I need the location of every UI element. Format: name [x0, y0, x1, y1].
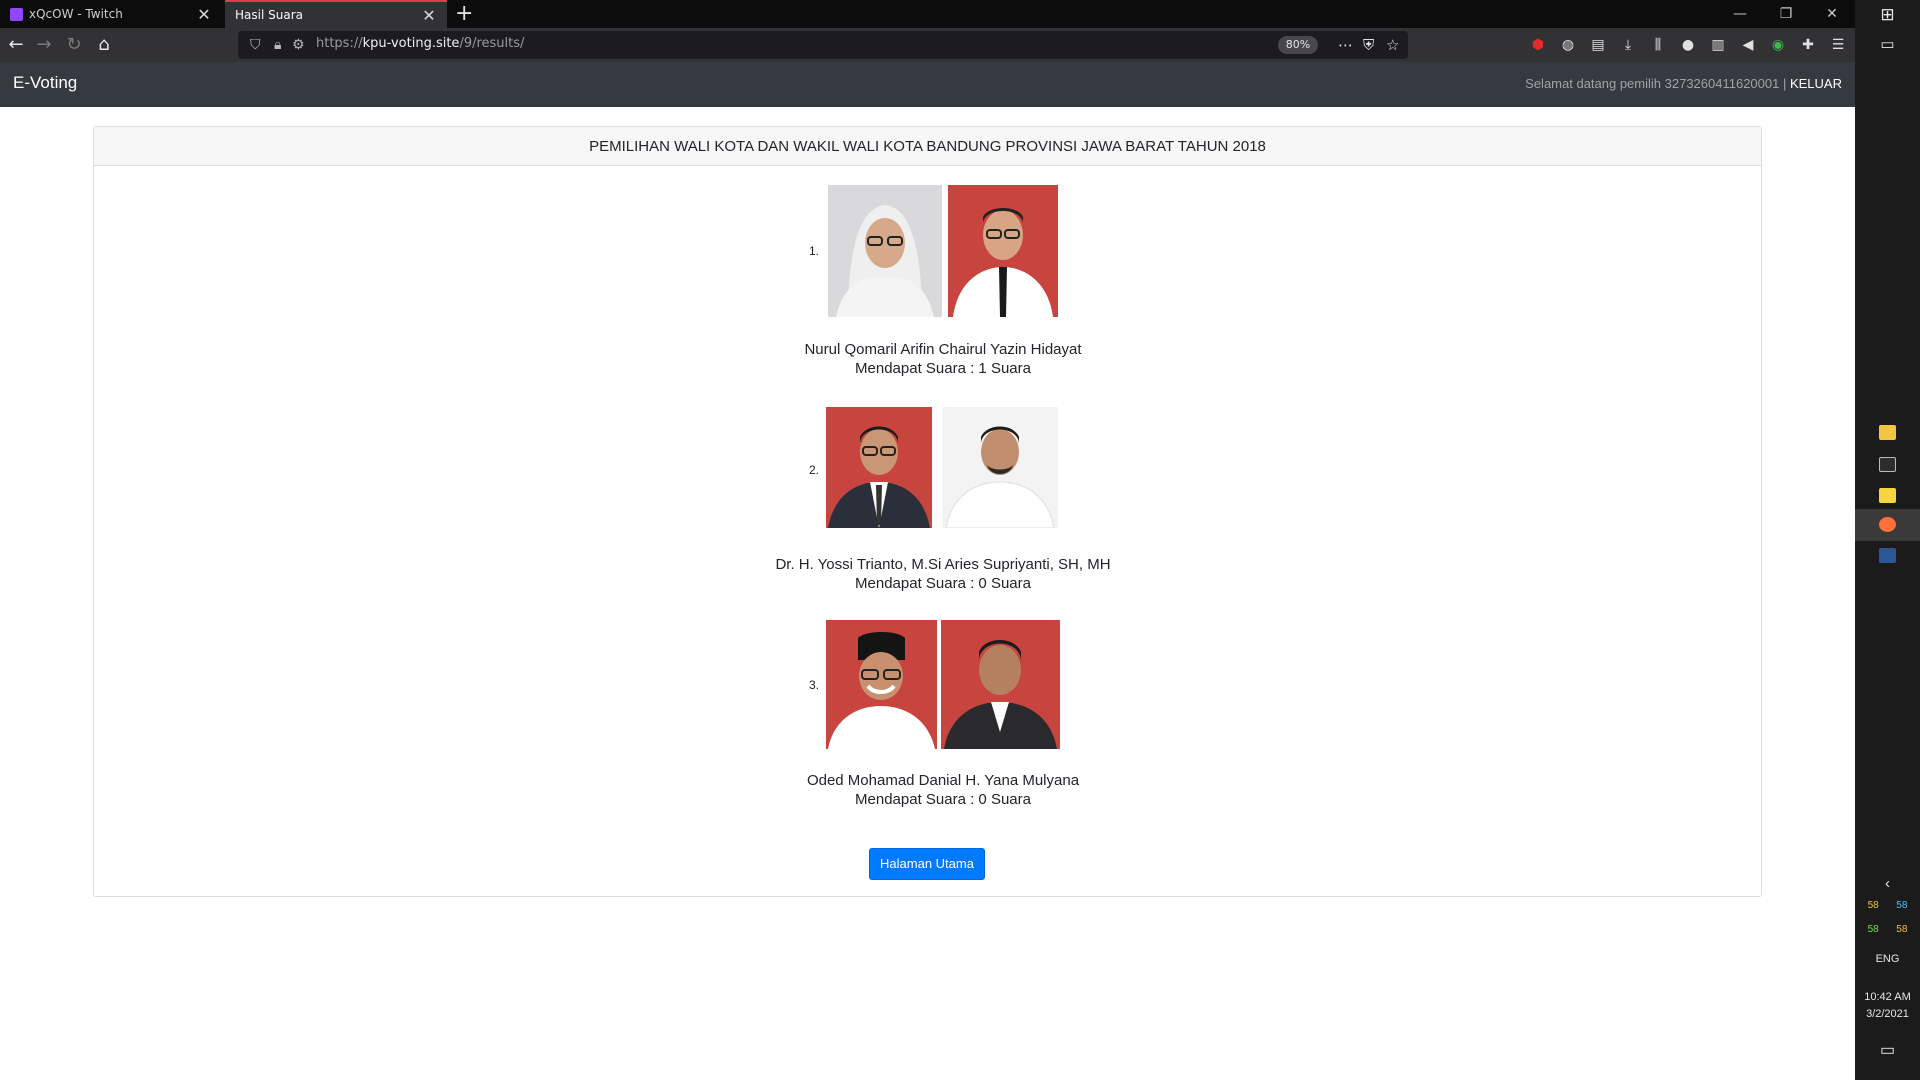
logout-link[interactable]: KELUAR — [1790, 76, 1842, 91]
account-icon[interactable]: ● — [1678, 35, 1698, 55]
download-icon[interactable]: ⤓ — [1618, 35, 1638, 55]
task-view-icon[interactable]: ▭ — [1855, 35, 1920, 53]
audio-icon[interactable]: ◀ — [1738, 35, 1758, 55]
election-title: PEMILIHAN WALI KOTA DAN WAKIL WALI KOTA … — [94, 127, 1761, 166]
extensions-icon[interactable]: ✚ — [1798, 35, 1818, 55]
candidate-photo — [942, 407, 1058, 528]
url-text[interactable]: https://kpu-voting.site/9/results/ — [316, 36, 524, 51]
candidate-number: 3. — [809, 678, 820, 692]
globe-icon[interactable]: ◍ — [1558, 35, 1578, 55]
minimize-button[interactable]: — — [1717, 0, 1763, 28]
candidate-photo — [941, 620, 1060, 749]
input-language[interactable]: ENG — [1855, 953, 1920, 965]
tab-title: Hasil Suara — [235, 8, 303, 22]
sticky-notes-icon[interactable] — [1879, 488, 1896, 503]
candidate-photo — [828, 185, 942, 317]
candidate-photo — [948, 185, 1058, 317]
lock-icon[interactable]: 🔒︎ — [274, 35, 281, 55]
address-bar[interactable]: ⛉ 🔒︎ ⚙ https://kpu-voting.site/9/results… — [238, 31, 1408, 59]
betterttv-icon[interactable]: ◉ — [1768, 35, 1788, 55]
new-tab-button[interactable]: + — [455, 2, 473, 26]
candidate-info: Nurul Qomaril Arifin Chairul Yazin Hiday… — [693, 340, 1193, 378]
show-hidden-icons-chevron-icon[interactable]: ‹ — [1855, 875, 1920, 892]
candidate-photo — [826, 407, 932, 528]
clock-time[interactable]: 10:42 AM — [1855, 991, 1920, 1003]
notification-center-icon[interactable]: ▭ — [1855, 1040, 1920, 1060]
candidate-photo — [826, 620, 937, 749]
pocket-icon[interactable]: ⛨ — [1363, 35, 1374, 55]
candidate-number: 2. — [809, 463, 820, 477]
permissions-icon[interactable]: ⚙ — [292, 35, 305, 55]
bookmark-star-icon[interactable]: ☆ — [1386, 35, 1399, 55]
candidate-votes: Mendapat Suara : 0 Suara — [855, 575, 1031, 592]
browser-tab-bar: xQcOW - Twitch ✕ Hasil Suara ✕ + — ❐ ✕ — [0, 0, 1855, 28]
tray-counter: 58 — [1896, 924, 1908, 935]
close-icon[interactable]: ✕ — [196, 5, 212, 24]
word-icon[interactable] — [1879, 548, 1896, 563]
candidate-names: Dr. H. Yossi Trianto, M.Si Aries Supriya… — [775, 556, 1111, 573]
file-explorer-icon[interactable] — [1879, 425, 1896, 440]
reload-button[interactable]: ↻ — [62, 33, 86, 57]
candidate-votes: Mendapat Suara : 0 Suara — [855, 791, 1031, 808]
welcome-message: Selamat datang pemilih 3273260411620001 … — [1525, 76, 1842, 91]
menu-icon[interactable]: ☰ — [1828, 35, 1848, 55]
twitch-icon — [10, 7, 23, 21]
window-close-button[interactable]: ✕ — [1809, 0, 1855, 28]
site-brand[interactable]: E-Voting — [13, 73, 77, 93]
extension-bars-icon[interactable]: ▥ — [1708, 35, 1728, 55]
tray-counter: 58 — [1867, 900, 1879, 911]
clock-date[interactable]: 3/2/2021 — [1855, 1008, 1920, 1020]
zoom-level-badge[interactable]: 80% — [1278, 36, 1318, 54]
forward-button[interactable]: → — [32, 33, 56, 57]
ublock-icon[interactable]: ⬢ — [1528, 35, 1548, 55]
tray-counter: 58 — [1867, 924, 1879, 935]
firefox-icon[interactable] — [1879, 517, 1896, 532]
site-navbar: E-Voting Selamat datang pemilih 32732604… — [0, 62, 1855, 107]
url-host: kpu-voting.site — [362, 36, 460, 51]
welcome-text: Selamat datang pemilih 3273260411620001 … — [1525, 76, 1787, 91]
candidate-votes: Mendapat Suara : 1 Suara — [855, 360, 1031, 377]
browser-toolbar: ← → ↻ ⌂ ⛉ 🔒︎ ⚙ https://kpu-voting.site/9… — [0, 28, 1855, 62]
library-icon[interactable]: ⫼ — [1648, 35, 1668, 55]
close-icon[interactable]: ✕ — [421, 6, 437, 25]
windows-start-icon[interactable]: ⊞ — [1855, 5, 1920, 25]
reader-view-icon[interactable]: ▤ — [1588, 35, 1608, 55]
candidate-names: Oded Mohamad Danial H. Yana Mulyana — [806, 772, 1080, 789]
url-prefix: https:// — [316, 36, 363, 51]
tray-counters-row-2: 58 58 — [1855, 924, 1920, 935]
tray-counters-row-1: 58 58 — [1855, 900, 1920, 911]
candidate-number: 1. — [809, 244, 820, 258]
url-path: /9/results/ — [459, 36, 525, 51]
tray-counter: 58 — [1896, 900, 1908, 911]
back-button[interactable]: ← — [4, 33, 28, 57]
candidate-info: Oded Mohamad Danial H. Yana Mulyana Mend… — [693, 771, 1193, 809]
tab-title: xQcOW - Twitch — [29, 7, 123, 21]
terminal-icon[interactable] — [1879, 457, 1896, 472]
candidate-names: Nurul Qomaril Arifin Chairul Yazin Hiday… — [804, 341, 1082, 358]
home-page-button[interactable]: Halaman Utama — [869, 848, 985, 880]
windows-taskbar: ⊞ ▭ ‹ 58 58 58 58 ENG 10:42 AM 3/2/2021 … — [1855, 0, 1920, 1080]
home-icon[interactable]: ⌂ — [92, 33, 116, 57]
tracking-protection-icon[interactable]: ⛉ — [250, 35, 261, 55]
candidate-info: Dr. H. Yossi Trianto, M.Si Aries Supriya… — [693, 555, 1193, 593]
restore-button[interactable]: ❐ — [1763, 0, 1809, 28]
browser-tab-hasil-suara[interactable]: Hasil Suara ✕ — [225, 0, 447, 28]
page-actions-icon[interactable]: ⋯ — [1338, 35, 1353, 55]
browser-tab-twitch[interactable]: xQcOW - Twitch ✕ — [0, 0, 222, 28]
